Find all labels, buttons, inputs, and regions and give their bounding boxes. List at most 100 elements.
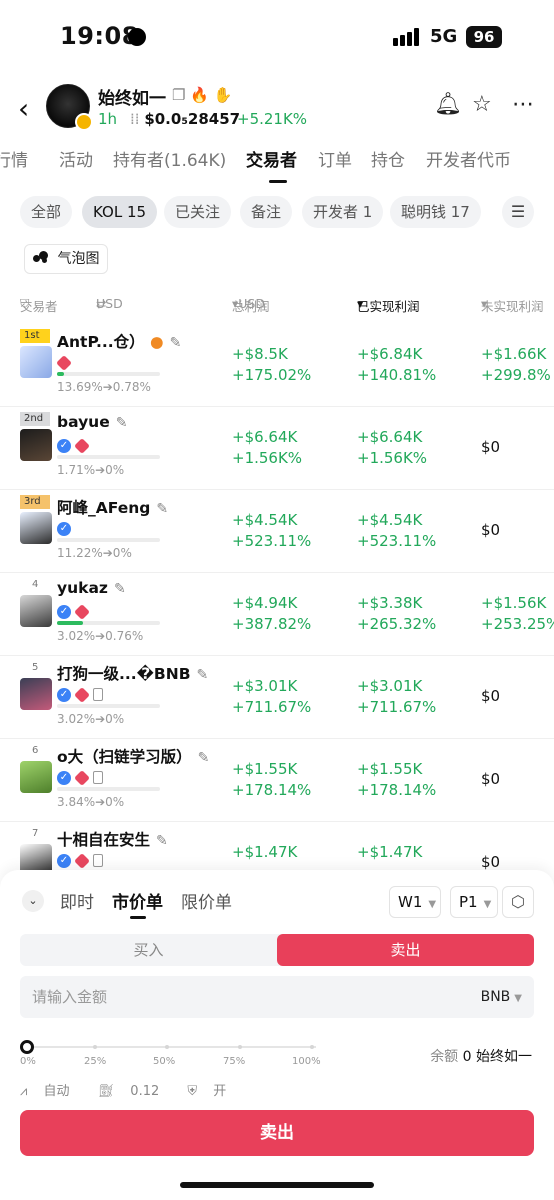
token-change: +5.21K%	[237, 110, 308, 128]
tab-orders[interactable]: 订单	[318, 146, 352, 171]
tab-dev-tokens[interactable]: 开发者代币	[426, 146, 511, 171]
tab-instant[interactable]: 即时	[60, 888, 94, 913]
edit-note-icon[interactable]: ✎	[156, 501, 168, 517]
caret-down-icon: ▼	[514, 993, 522, 1004]
realized-pnl: +$6.84K +140.81%	[357, 345, 437, 384]
rank-badge: 1st	[20, 329, 50, 343]
tab-limit-order[interactable]: 限价单	[181, 888, 232, 913]
rank-badge: 6	[32, 745, 39, 756]
table-row[interactable]: 4 yukaz ✎ ✓ 3.02%➔0.76% +$4.94K +387.82% +…	[0, 573, 554, 656]
gas-setting[interactable]: ⛽︎ 0.12	[98, 1084, 172, 1099]
slippage-icon: ⩘	[20, 1084, 28, 1099]
sell-tab[interactable]: 卖出	[277, 934, 534, 966]
chevron-down-icon[interactable]: ⌄	[22, 890, 44, 912]
filter-settings-icon[interactable]: ☰	[502, 196, 534, 228]
preset-select[interactable]: P1 ▼	[450, 886, 498, 918]
currency-select[interactable]: BNB ▼	[481, 976, 522, 1020]
filter-all[interactable]: 全部	[20, 196, 73, 228]
tab-market[interactable]: 行情	[0, 146, 28, 171]
balance: 余额 0 始终如一	[430, 1049, 532, 1065]
col-total-pnl[interactable]: 总利润 ▾ USD	[232, 296, 270, 314]
slider-label[interactable]: 100%	[292, 1056, 321, 1067]
table-row[interactable]: 6 o大（扫链学习版） ✎ ✓ 3.84%➔0% +$1.55K +178.14% …	[0, 739, 554, 822]
gear-icon[interactable]: ⬡	[502, 886, 534, 918]
edit-note-icon[interactable]: ✎	[197, 667, 209, 683]
col-unrealized[interactable]: 未实现利润 ▾	[481, 296, 544, 314]
tab-holders[interactable]: 持有者(1.64K)	[113, 146, 226, 171]
holding-pct: 3.02%➔0%	[57, 712, 125, 726]
table-row[interactable]: 2nd bayue ✎ ✓ 1.71%➔0% +$6.64K +1.56K% +$6…	[0, 407, 554, 490]
token-price: ⁞⁞ $0.0₅28457	[130, 110, 240, 128]
total-pnl: +$4.94K +387.82%	[232, 594, 312, 633]
trader-tags: ✓	[57, 518, 75, 536]
realized-pnl: +$4.54K +523.11%	[357, 511, 437, 550]
layer-icon	[74, 686, 90, 703]
token-avatar[interactable]	[46, 84, 93, 131]
copy-icon[interactable]: ❐	[172, 86, 185, 104]
recording-dot-icon	[128, 28, 146, 46]
tab-positions[interactable]: 持仓	[371, 146, 405, 171]
slider-label[interactable]: 0%	[20, 1056, 36, 1067]
avatar	[20, 512, 52, 544]
verified-icon: ✓	[57, 438, 71, 453]
col-realized[interactable]: 已实现利润 ▾	[357, 296, 420, 314]
filter-followed[interactable]: 已关注	[164, 196, 232, 228]
amount-input[interactable]	[20, 976, 460, 1018]
edit-note-icon[interactable]: ✎	[198, 750, 210, 766]
auto-slippage[interactable]: ⩘ 自动	[20, 1084, 82, 1099]
holding-pct: 3.84%➔0%	[57, 795, 125, 809]
tab-market-order[interactable]: 市价单	[112, 888, 163, 913]
avatar	[20, 346, 52, 378]
slider-label[interactable]: 50%	[153, 1056, 175, 1067]
filter-notes[interactable]: 备注	[240, 196, 293, 228]
buy-tab[interactable]: 买入	[20, 934, 277, 966]
rank-badge: 3rd	[20, 495, 50, 509]
amount-slider[interactable]	[20, 1040, 318, 1054]
back-icon[interactable]: ‹	[18, 92, 29, 125]
star-icon[interactable]: ☆	[472, 92, 492, 117]
trader-name: AntP...仓） ● ✎	[57, 333, 182, 351]
edit-note-icon[interactable]: ✎	[114, 581, 126, 597]
bell-icon[interactable]: 🔔︎	[434, 92, 462, 117]
network-type: 5G	[430, 26, 458, 47]
slider-label[interactable]: 25%	[84, 1056, 106, 1067]
home-indicator[interactable]	[180, 1182, 374, 1188]
more-icon[interactable]: ⋯	[512, 92, 534, 117]
swap-icon: ⇄	[96, 296, 107, 311]
hand-icon: ✋	[213, 86, 233, 104]
filter-developer[interactable]: 开发者 1	[302, 196, 384, 228]
edit-note-icon[interactable]: ✎	[116, 415, 128, 431]
verified-icon: ✓	[57, 853, 71, 868]
table-row[interactable]: 5 打狗一级...�BNB ✎ ✓ 3.02%➔0% +$3.01K +711.67…	[0, 656, 554, 739]
trader-name: o大（扫链学习版） ✎	[57, 748, 210, 766]
realized-pnl: +$1.55K +178.14%	[357, 760, 437, 799]
caret-down-icon: ▼	[428, 899, 437, 910]
mev-setting[interactable]: ⛨ 开	[187, 1084, 238, 1099]
verified-icon: ✓	[57, 604, 71, 619]
trader-tags: ✓	[57, 767, 103, 786]
token-tag-icons: ❐ 🔥 ✋	[172, 86, 232, 104]
tab-traders[interactable]: 交易者	[246, 146, 297, 171]
slider-label[interactable]: 75%	[223, 1056, 245, 1067]
verified-icon: ✓	[57, 687, 71, 702]
table-row[interactable]: 1st AntP...仓） ● ✎ 13.69%➔0.78% +$8.5K +175…	[0, 324, 554, 407]
slider-track	[26, 1046, 316, 1048]
trader-tags	[56, 352, 75, 371]
wallet-select[interactable]: W1 ▼	[389, 886, 441, 918]
slider-knob[interactable]	[20, 1040, 34, 1054]
table-row[interactable]: 3rd 阿峰_AFeng ✎ ✓ 11.22%➔0% +$4.54K +523.11…	[0, 490, 554, 573]
emoji-icon: ●	[150, 333, 164, 351]
filter-kol[interactable]: KOL 15	[82, 196, 158, 228]
sell-submit-button[interactable]: 卖出	[20, 1110, 534, 1156]
trade-options: ⩘ 自动 ⛽︎ 0.12 ⛨ 开	[20, 1080, 250, 1099]
layer-icon	[56, 354, 72, 371]
trader-tags: ✓	[57, 435, 93, 454]
holders-icon: ⁞⁞	[130, 110, 145, 128]
tab-activity[interactable]: 活动	[59, 146, 93, 171]
edit-note-icon[interactable]: ✎	[170, 335, 182, 351]
fire-icon: 🔥	[190, 86, 209, 104]
realized-pnl: +$3.38K +265.32%	[357, 594, 437, 633]
bubble-map-button[interactable]: 气泡图	[24, 244, 109, 274]
edit-note-icon[interactable]: ✎	[156, 833, 168, 849]
filter-smart-money[interactable]: 聪明钱 17	[390, 196, 481, 228]
